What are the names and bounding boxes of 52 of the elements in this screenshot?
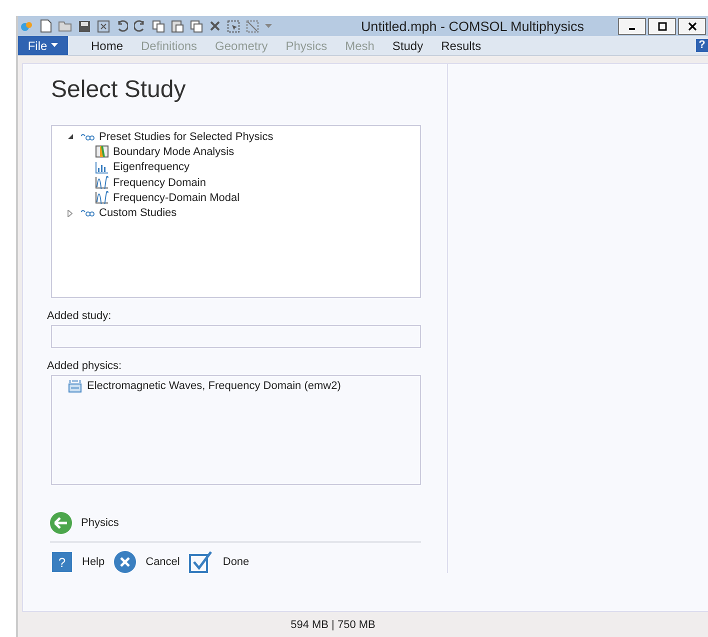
redo-icon[interactable]	[134, 20, 146, 32]
ribbon-tab[interactable]: Results	[432, 39, 490, 55]
copy-icon[interactable]	[152, 20, 165, 32]
wave-icon	[95, 191, 109, 204]
action-link[interactable]: Help	[82, 556, 105, 568]
tree-item[interactable]: Preset Studies for Selected Physics	[99, 130, 274, 143]
caret-icon	[51, 43, 58, 48]
expand-icon[interactable]	[67, 210, 74, 217]
tree-item[interactable]: Frequency Domain	[113, 176, 206, 189]
tree-item[interactable]: Custom Studies	[99, 207, 177, 220]
back-link[interactable]: Physics	[81, 517, 119, 529]
memory-usage: 594 MB | 750 MB	[290, 618, 376, 630]
study-group-icon	[81, 209, 95, 218]
select-icon[interactable]	[227, 20, 240, 32]
tree-item[interactable]: Boundary Mode Analysis	[113, 146, 234, 158]
window-title: Untitled.mph - COMSOL Multiphysics	[360, 18, 584, 34]
cancel-icon[interactable]	[114, 551, 136, 573]
boundary-mode-icon	[95, 145, 109, 158]
undo-icon[interactable]	[116, 20, 128, 32]
action-link[interactable]: Done	[222, 556, 250, 568]
tree-item[interactable]: Frequency-Domain Modal	[113, 192, 240, 204]
wave-icon	[95, 176, 109, 190]
checkmark-icon[interactable]	[188, 551, 213, 573]
close-icon	[688, 22, 696, 30]
study-group-icon	[81, 132, 95, 141]
maximize-button[interactable]	[648, 18, 676, 34]
file-menu-button[interactable]: File	[18, 36, 68, 55]
bar-chart-icon	[95, 160, 109, 174]
help-icon[interactable]: ?	[52, 552, 72, 572]
field-label: Added physics:	[47, 360, 123, 372]
added-study-field[interactable]	[51, 325, 421, 348]
duplicate-icon[interactable]	[190, 20, 203, 32]
collapse-icon[interactable]	[67, 133, 74, 140]
minimize-button[interactable]	[618, 18, 646, 34]
help-badge[interactable]: ?	[696, 39, 708, 52]
close-button[interactable]	[678, 18, 706, 34]
deselect-icon[interactable]	[246, 20, 259, 32]
tree-item[interactable]: Eigenfrequency	[113, 161, 190, 174]
ribbon-tab[interactable]: Home	[82, 39, 132, 55]
new-file-icon[interactable]	[40, 19, 52, 33]
paste-icon[interactable]	[171, 19, 184, 33]
folder-icon[interactable]	[58, 20, 72, 32]
save-as-icon[interactable]	[97, 20, 110, 32]
maximize-icon	[658, 22, 666, 30]
app-logo-icon	[20, 20, 34, 32]
action-link[interactable]: Cancel	[146, 556, 180, 568]
page-title: Select Study	[51, 76, 187, 104]
ribbon-tab[interactable]: Study	[383, 39, 432, 55]
save-icon[interactable]	[78, 20, 91, 32]
physics-item[interactable]: Electromagnetic Waves, Frequency Domain (emw2)	[87, 380, 341, 392]
field-label: Added study:	[47, 310, 112, 322]
delete-icon[interactable]	[209, 20, 221, 32]
